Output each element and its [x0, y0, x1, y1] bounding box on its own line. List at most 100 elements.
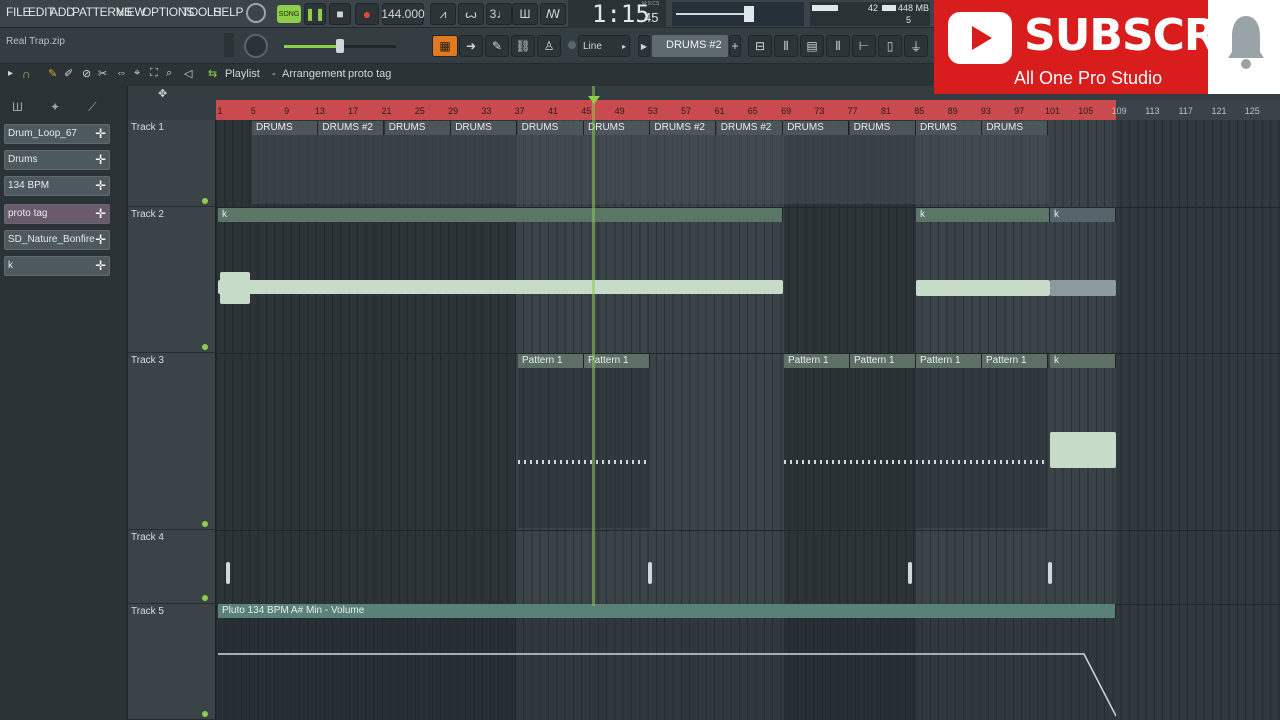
add-pattern-button[interactable]: + — [729, 35, 741, 57]
countdown-button[interactable]: 3♩ — [486, 3, 512, 25]
pattern-clip-header[interactable]: DRUMS — [916, 121, 982, 135]
pattern-clip-header[interactable]: DRUMS #2 — [650, 121, 717, 135]
pencil-icon[interactable]: ✎ — [48, 67, 57, 80]
notification-bell-box[interactable] — [1208, 0, 1280, 94]
channel-item[interactable]: Drums ✛ — [4, 150, 110, 170]
track-active-led[interactable] — [202, 711, 208, 717]
channel-item[interactable]: 134 BPM ✛ — [4, 176, 110, 196]
pattern-clip-header[interactable]: DRUMS #2 — [716, 121, 783, 135]
slip-icon[interactable]: ⇔ — [116, 67, 127, 79]
track-active-led[interactable] — [202, 198, 208, 204]
pattern-prev-button[interactable]: ▶ — [638, 35, 650, 57]
draw-tool-button[interactable]: ✎ — [485, 35, 509, 57]
master-volume-slider-handle[interactable] — [336, 39, 344, 53]
zoom-icon[interactable]: ⌕ — [166, 67, 172, 80]
add-icon[interactable]: ✛ — [95, 258, 106, 274]
pattern-clip-header[interactable]: DRUMS — [451, 121, 518, 135]
playlist-nav-icon[interactable]: ✥ — [158, 87, 167, 100]
pattern-clip-header[interactable]: Pattern 1 — [784, 354, 850, 368]
add-icon[interactable]: ✛ — [95, 232, 106, 248]
audio-shot[interactable] — [1048, 562, 1052, 584]
options-arrow-icon[interactable]: ▸ — [8, 68, 13, 79]
menu-help[interactable]: HELP — [213, 5, 243, 19]
pattern-clip-header[interactable]: k — [1050, 354, 1116, 368]
magnet-icon[interactable]: ∩ — [22, 67, 31, 81]
pattern-clip-header[interactable]: Pattern 1 — [850, 354, 916, 368]
pattern-clip-header[interactable]: Pattern 1 — [518, 354, 584, 368]
add-icon[interactable]: ✛ — [95, 206, 106, 222]
audio-picker-icon[interactable]: ✦ — [50, 100, 60, 114]
step-edit-button[interactable]: Ш — [512, 3, 538, 25]
stamp-button[interactable]: ♙ — [537, 35, 561, 57]
metronome-button[interactable]: ⩘ — [430, 3, 456, 25]
track-header[interactable]: Track 3 — [128, 353, 216, 530]
track-active-led[interactable] — [202, 344, 208, 350]
track-active-led[interactable] — [202, 521, 208, 527]
mute-icon[interactable]: ✂ — [98, 67, 107, 80]
audio-clip-header-muted[interactable]: k — [1050, 208, 1116, 222]
channel-item[interactable]: SD_Nature_Bonfire ✛ — [4, 230, 110, 250]
playback-icon[interactable]: ◁ — [184, 67, 192, 80]
track-header[interactable]: Track 4 — [128, 530, 216, 604]
drums-clip-body[interactable] — [252, 134, 1049, 204]
playhead-marker-icon[interactable] — [588, 96, 600, 104]
pattern-clip-header[interactable]: DRUMS #2 — [318, 121, 385, 135]
link-button[interactable]: ⛓ — [511, 35, 535, 57]
menu-add[interactable]: ADD — [50, 5, 75, 19]
track-active-led[interactable] — [202, 595, 208, 601]
mixer-faders-button[interactable]: ⫴ — [826, 35, 850, 57]
audio-clip-header[interactable]: k — [916, 208, 1050, 222]
record-button[interactable]: ● — [355, 3, 379, 25]
playhead[interactable] — [592, 86, 595, 606]
file-button[interactable]: ▯ — [878, 35, 902, 57]
track-header[interactable]: Track 1 — [128, 120, 216, 207]
pattern-clip-header[interactable]: DRUMS — [252, 121, 318, 135]
automation-picker-icon[interactable]: ⟋ — [88, 100, 96, 115]
youtube-subscribe-banner[interactable]: SUBSCRIBE All One Pro Studio — [934, 0, 1280, 94]
pause-button[interactable]: ❚❚ — [304, 3, 326, 25]
pattern-clip-header[interactable]: DRUMS — [384, 121, 451, 135]
audio-shot[interactable] — [908, 562, 912, 584]
song-mode-button[interactable]: SONG — [277, 5, 301, 23]
paint-icon[interactable]: ✐ — [64, 67, 73, 80]
audio-shot[interactable] — [226, 562, 230, 584]
track-header[interactable]: Track 5 — [128, 604, 216, 720]
piano-roll-button[interactable]: ▤ — [800, 35, 824, 57]
menu-file[interactable]: FILE — [6, 5, 30, 19]
channel-item-selected[interactable]: proto tag ✛ — [4, 204, 110, 224]
pattern-clip-header[interactable]: DRUMS — [517, 121, 584, 135]
pattern-clip-header[interactable]: DRUMS — [849, 121, 916, 135]
pattern-clip-header[interactable]: DRUMS — [982, 121, 1049, 135]
pattern-clip-body[interactable] — [518, 368, 650, 528]
track-header[interactable]: Track 2 — [128, 207, 216, 353]
slice-icon[interactable]: ⌖ — [134, 67, 140, 80]
mixer-button[interactable]: ⊟ — [748, 35, 772, 57]
wait-input-button[interactable]: ꙍ — [458, 3, 484, 25]
stop-button[interactable]: ■ — [329, 3, 351, 25]
audio-clip-header[interactable]: k — [218, 208, 783, 222]
pattern-clip-header[interactable]: Pattern 1 — [982, 354, 1048, 368]
pattern-clip-body[interactable] — [784, 368, 1048, 528]
add-icon[interactable]: ✛ — [95, 178, 106, 194]
add-icon[interactable]: ✛ — [95, 126, 106, 142]
pattern-clip-header[interactable]: Pattern 1 — [916, 354, 982, 368]
plugin-button[interactable]: ⏚ — [904, 35, 928, 57]
arrows-icon[interactable]: ⇆ — [208, 67, 217, 80]
audio-shot[interactable] — [648, 562, 652, 584]
add-icon[interactable]: ✛ — [95, 152, 106, 168]
channel-rack-button[interactable]: ⦀ — [774, 35, 798, 57]
select-icon[interactable]: ⛶ — [150, 67, 158, 80]
snap-select[interactable]: Line ▸ — [578, 35, 630, 57]
loop-record-button[interactable]: ꟿ — [540, 3, 566, 25]
pattern-selector[interactable]: DRUMS #2 — [652, 35, 728, 57]
channel-item[interactable]: k ✛ — [4, 256, 110, 276]
pattern-clip-header[interactable]: DRUMS — [783, 121, 850, 135]
pattern-picker-icon[interactable]: Ш — [12, 100, 23, 114]
tempo-display[interactable]: 144.000 — [381, 3, 425, 25]
playlist-button[interactable]: ▦ — [432, 35, 458, 57]
next-button[interactable]: ➜ — [459, 35, 483, 57]
master-volume-knob-icon[interactable] — [246, 3, 266, 23]
master-pitch-knob-icon[interactable] — [244, 34, 268, 58]
delete-icon[interactable]: ⊘ — [82, 67, 91, 80]
channel-item[interactable]: Drum_Loop_67 ✛ — [4, 124, 110, 144]
